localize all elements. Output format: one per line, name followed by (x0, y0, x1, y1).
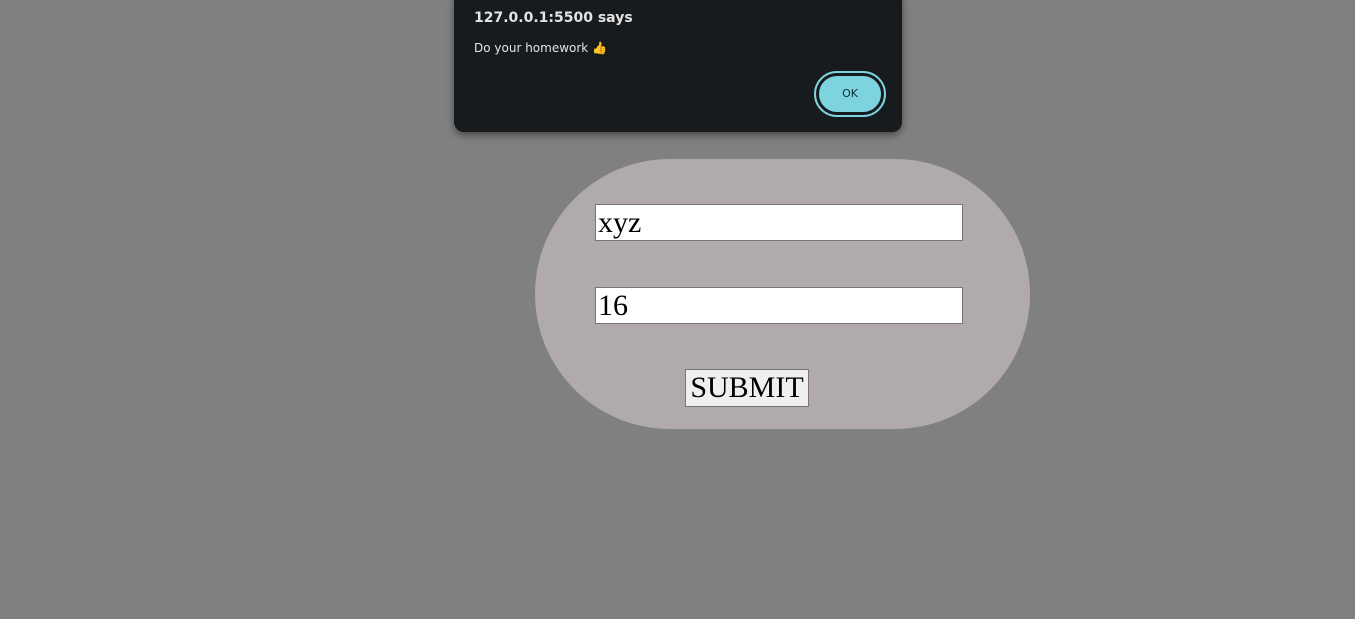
name-input[interactable] (595, 204, 963, 241)
dialog-title: 127.0.0.1:5500 says (474, 10, 633, 26)
alert-dialog: 127.0.0.1:5500 says Do your homework 👍 O… (454, 0, 902, 132)
ok-button-label: OK (818, 75, 882, 113)
age-input[interactable] (595, 287, 963, 324)
form-card: SUBMIT (535, 159, 1030, 429)
ok-button[interactable]: OK (814, 71, 886, 117)
submit-button[interactable]: SUBMIT (685, 369, 809, 407)
dialog-message: Do your homework 👍 (474, 41, 608, 55)
